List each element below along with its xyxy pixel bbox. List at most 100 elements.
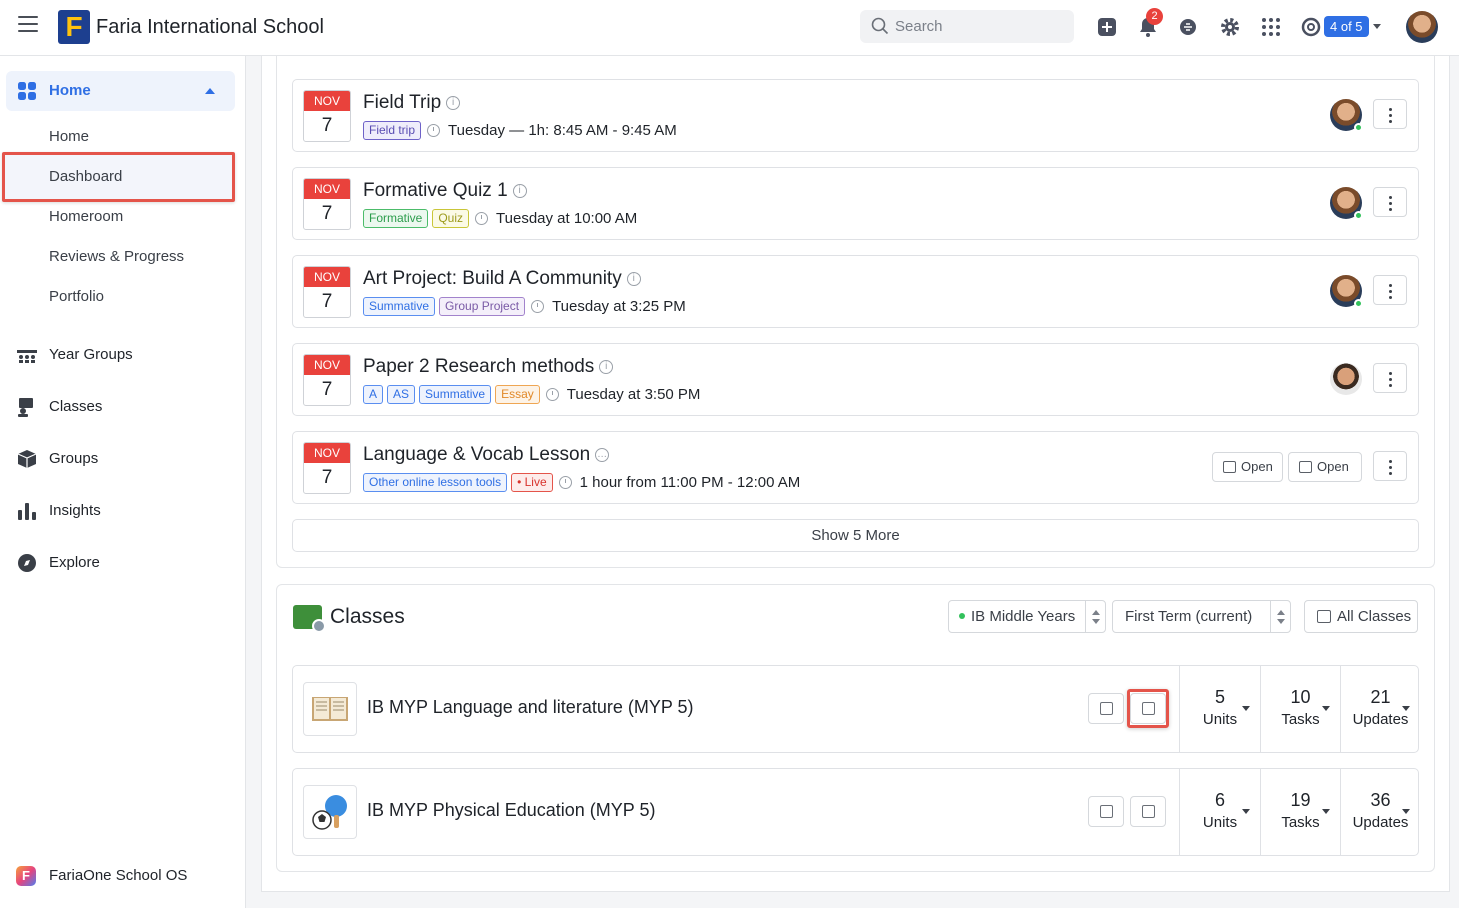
tag: AS (387, 384, 416, 404)
class-name[interactable]: IB MYP Physical Education (MYP 5) (367, 800, 655, 821)
more-options-button[interactable] (1373, 275, 1407, 305)
year-groups-icon (17, 350, 37, 363)
open-rocket-button[interactable]: Open (1212, 452, 1283, 482)
clock-icon (475, 211, 489, 225)
sidebar-item-explore[interactable]: Explore (16, 551, 236, 575)
gradebook-button[interactable] (1088, 693, 1124, 724)
event-time: Tuesday at 10:00 AM (496, 209, 638, 227)
class-row[interactable]: IB MYP Language and literature (MYP 5) 5… (292, 665, 1419, 753)
units-stat[interactable]: 5 Units (1180, 666, 1260, 752)
sidebar-item-reviews-progress[interactable]: Reviews & Progress (49, 248, 184, 265)
tasks-stat[interactable]: 19 Tasks (1260, 769, 1340, 855)
sidebar-item-portfolio[interactable]: Portfolio (49, 288, 104, 305)
date-badge: NOV 7 (303, 178, 351, 230)
event-time: Tuesday at 3:50 PM (566, 385, 701, 403)
sidebar-item-homeroom[interactable]: Homeroom (49, 208, 123, 225)
all-classes-button[interactable]: All Classes (1304, 600, 1418, 633)
menu-icon[interactable] (18, 16, 38, 36)
apps-grid-icon[interactable] (1259, 15, 1283, 39)
tag: Essay (495, 384, 540, 404)
clock-icon (427, 123, 441, 137)
event-title-text: Field Trip (363, 92, 442, 113)
school-logo[interactable]: F (58, 10, 90, 44)
progress-pill[interactable]: 4 of 5 (1324, 16, 1369, 37)
program-select[interactable]: IB Middle Years (948, 600, 1106, 633)
school-name[interactable]: Faria International School (96, 16, 324, 39)
event-title[interactable]: Paper 2 Research methods i (363, 356, 614, 378)
sidebar-item-groups[interactable]: Groups (16, 447, 236, 471)
event-card[interactable]: NOV 7 Language & Vocab Lesson … Other onli… (292, 431, 1419, 504)
updates-stat[interactable]: 21 Updates (1340, 666, 1420, 752)
term-select[interactable]: First Term (current) (1112, 600, 1291, 633)
avatar[interactable] (1330, 99, 1363, 132)
event-title-text: Formative Quiz 1 (363, 180, 508, 201)
term-select-value: First Term (current) (1125, 608, 1253, 625)
event-time: 1 hour from 11:00 PM - 12:00 AM (579, 473, 801, 491)
date-badge: NOV 7 (303, 90, 351, 142)
avatar[interactable] (1330, 187, 1363, 220)
more-options-button[interactable] (1373, 451, 1407, 481)
event-title[interactable]: Language & Vocab Lesson… (363, 444, 610, 466)
class-name[interactable]: IB MYP Language and literature (MYP 5) (367, 697, 694, 718)
date-badge: NOV 7 (303, 442, 351, 494)
event-title[interactable]: Art Project: Build A Community i (363, 268, 641, 290)
checklist-icon (1100, 805, 1113, 818)
updates-label: Updates (1352, 814, 1409, 831)
caret-down-icon (1242, 809, 1250, 814)
info-icon[interactable]: i (512, 183, 527, 198)
clock-icon (545, 387, 559, 401)
avatar[interactable] (1330, 275, 1363, 308)
gear-icon[interactable] (1218, 15, 1242, 39)
sidebar-section-home[interactable]: Home (6, 71, 235, 111)
chevron-up-icon[interactable] (205, 88, 215, 94)
sidebar-item-classes[interactable]: Classes (16, 395, 236, 419)
more-options-button[interactable] (1373, 99, 1407, 129)
info-icon[interactable]: i (446, 95, 461, 110)
program-select-value: IB Middle Years (971, 608, 1076, 625)
event-title[interactable]: Field Trip i (363, 92, 461, 114)
event-title-text: Art Project: Build A Community (363, 268, 622, 289)
event-card[interactable]: NOV 7 Formative Quiz 1 i Formative Quiz Tu… (292, 167, 1419, 240)
units-stat[interactable]: 6 Units (1180, 769, 1260, 855)
help-lifebuoy-icon[interactable] (1299, 15, 1323, 39)
video-icon (1299, 461, 1312, 473)
status-dot (959, 613, 965, 620)
chat-icon[interactable] (1176, 15, 1200, 39)
info-icon[interactable]: i (599, 359, 614, 374)
comment-icon[interactable]: … (595, 447, 610, 462)
search-input[interactable]: Search (860, 10, 1074, 43)
online-status-dot (1354, 211, 1363, 220)
spinner-icon (1085, 601, 1105, 632)
tasks-stat[interactable]: 10 Tasks (1260, 666, 1340, 752)
more-options-button[interactable] (1373, 187, 1407, 217)
calendar-button[interactable] (1130, 796, 1166, 827)
caret-down-icon (1322, 706, 1330, 711)
gradebook-button[interactable] (1088, 796, 1124, 827)
calendar-button-highlight (1127, 689, 1169, 728)
info-icon[interactable]: i (626, 271, 641, 286)
updates-stat[interactable]: 36 Updates (1340, 769, 1420, 855)
sidebar-item-year-groups[interactable]: Year Groups (16, 343, 236, 367)
nav-label: Insights (49, 502, 101, 519)
sidebar-item-home[interactable]: Home (49, 128, 89, 145)
more-options-button[interactable] (1373, 363, 1407, 393)
event-meta: Field trip Tuesday — 1h: 8:45 AM - 9:45 … (363, 120, 677, 140)
event-card[interactable]: NOV 7 Paper 2 Research methods i A AS Summ… (292, 343, 1419, 416)
open-video-button[interactable]: Open (1288, 452, 1362, 482)
sidebar-section-label: Home (49, 82, 91, 99)
chevron-down-icon[interactable] (1373, 24, 1381, 29)
event-card[interactable]: NOV 7 Field Trip i Field trip Tuesday — 1h… (292, 79, 1419, 152)
event-title-text: Paper 2 Research methods (363, 356, 595, 377)
sidebar-item-dashboard[interactable]: Dashboard (49, 168, 122, 185)
spinner-icon (1270, 601, 1290, 632)
avatar[interactable] (1330, 363, 1362, 395)
add-icon[interactable] (1095, 15, 1119, 39)
sidebar-item-insights[interactable]: Insights (16, 499, 236, 523)
event-title[interactable]: Formative Quiz 1 i (363, 180, 527, 202)
nav-label: Groups (49, 450, 99, 467)
classes-icon (1317, 610, 1331, 623)
event-card[interactable]: NOV 7 Art Project: Build A Community i Sum… (292, 255, 1419, 328)
user-avatar[interactable] (1406, 11, 1438, 43)
show-more-button[interactable]: Show 5 More (292, 519, 1419, 552)
class-row[interactable]: IB MYP Physical Education (MYP 5) 6 Units… (292, 768, 1419, 856)
